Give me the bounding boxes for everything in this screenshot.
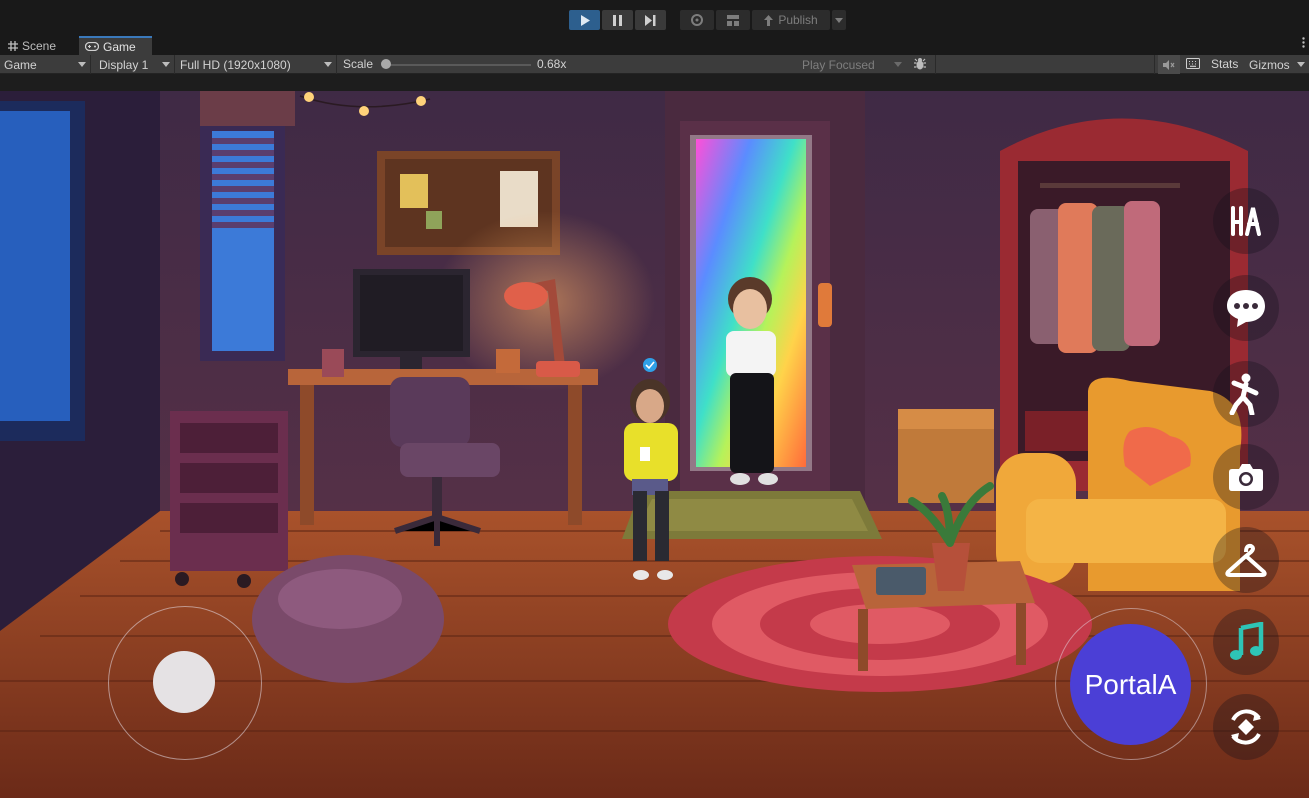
layout-button[interactable]: [716, 10, 750, 30]
chevron-down-icon: [324, 62, 332, 67]
view-mode-dropdown[interactable]: Game: [0, 55, 91, 74]
portal-spin-icon: [1231, 709, 1261, 745]
tab-game-label: Game: [103, 39, 136, 54]
toolbar-spacer: [935, 55, 1155, 74]
play-icon: [580, 14, 590, 26]
tab-bar: Scene Game: [0, 36, 1309, 55]
publish-dropdown[interactable]: [832, 10, 846, 30]
desk-lamp: [504, 282, 548, 310]
potted-plant: [932, 543, 970, 591]
joystick-handle[interactable]: [153, 651, 215, 713]
gizmos-dropdown[interactable]: Gizmos: [1249, 55, 1309, 74]
chevron-down-icon: [894, 62, 902, 67]
text-style-button[interactable]: [1213, 188, 1279, 254]
wardrobe-button[interactable]: [1213, 527, 1279, 593]
layout-icon: [727, 14, 739, 26]
music-button[interactable]: [1213, 609, 1279, 675]
stats-toggle[interactable]: Stats: [1211, 57, 1238, 71]
play-button[interactable]: [569, 10, 600, 30]
play-controls: [569, 10, 666, 30]
toolbar-tools: Publish: [680, 10, 846, 30]
game-view-toolbar: Game Display 1 Full HD (1920x1080) Scale…: [0, 55, 1309, 74]
portal-spin-button[interactable]: [1213, 694, 1279, 760]
clothes-hanger-icon: [1225, 543, 1267, 577]
dance-emote-icon: [1229, 373, 1259, 415]
editor-top-bar: Publish: [0, 0, 1309, 36]
chat-bubble-icon: [1227, 290, 1265, 327]
step-icon: [645, 14, 656, 26]
desk-chair: [390, 377, 470, 447]
display-value: Display 1: [99, 57, 149, 72]
text-style-icon: [1231, 206, 1261, 236]
display-dropdown[interactable]: Display 1: [95, 55, 175, 74]
resolution-dropdown[interactable]: Full HD (1920x1080): [176, 55, 337, 74]
chevron-down-icon: [835, 17, 843, 23]
play-mode-dropdown[interactable]: Play Focused: [798, 55, 906, 74]
speaker-mute-icon: [1163, 59, 1175, 70]
book: [876, 567, 926, 595]
bug-icon[interactable]: [913, 57, 927, 74]
chevron-down-icon: [78, 62, 86, 67]
sync-button[interactable]: [680, 10, 714, 30]
step-button[interactable]: [635, 10, 666, 30]
grid-icon: [8, 40, 18, 51]
scale-slider-handle[interactable]: [381, 59, 391, 69]
pause-button[interactable]: [602, 10, 633, 30]
scale-value: 0.68x: [537, 57, 567, 71]
tab-scene[interactable]: Scene: [2, 36, 62, 55]
publish-label: Publish: [778, 13, 818, 27]
camera-button[interactable]: [1213, 444, 1279, 510]
scale-slider-track[interactable]: [386, 64, 531, 66]
gizmos-label: Gizmos: [1249, 57, 1290, 72]
keyboard-icon[interactable]: [1186, 58, 1200, 72]
upload-icon: [764, 14, 774, 26]
music-note-icon: [1230, 622, 1264, 660]
tab-game[interactable]: Game: [79, 36, 152, 55]
more-options-icon[interactable]: [1302, 37, 1305, 51]
viewport-letterbox: [0, 74, 1309, 91]
camera-icon: [1229, 464, 1263, 491]
view-mode-value: Game: [4, 57, 37, 72]
tab-scene-label: Scene: [22, 38, 57, 53]
gamepad-icon: [85, 42, 99, 51]
chat-button[interactable]: [1213, 275, 1279, 341]
portal-action-label: PortalA: [1084, 668, 1177, 700]
resolution-value: Full HD (1920x1080): [180, 57, 291, 72]
emote-button[interactable]: [1213, 361, 1279, 427]
mute-audio-button[interactable]: [1158, 55, 1180, 74]
play-mode-value: Play Focused: [802, 57, 875, 72]
chevron-down-icon: [162, 62, 170, 67]
chevron-down-icon: [1297, 62, 1305, 67]
scale-label: Scale: [343, 57, 374, 71]
verified-badge: [643, 358, 657, 372]
portal-action-button[interactable]: PortalA: [1070, 624, 1191, 745]
sync-icon: [691, 14, 703, 26]
pause-icon: [613, 14, 622, 26]
publish-button[interactable]: Publish: [752, 10, 830, 30]
